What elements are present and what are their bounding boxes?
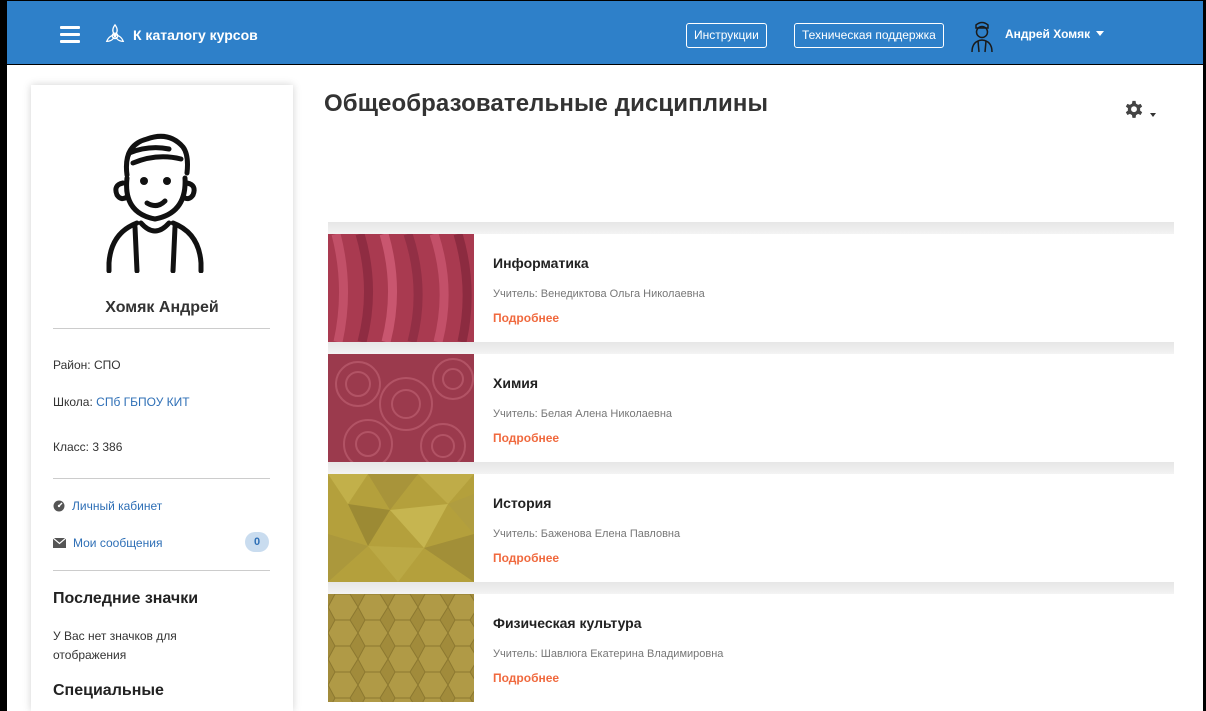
top-navbar: К каталогу курсов Инструкции Техническая… — [7, 0, 1203, 65]
school-link[interactable]: СПб ГБПОУ КИТ — [96, 395, 189, 409]
course-list: Информатика Учитель: Венедиктова Ольга Н… — [328, 222, 1174, 702]
course-more-link[interactable]: Подробнее — [493, 671, 559, 685]
course-card[interactable]: Химия Учитель: Белая Алена Николаевна По… — [328, 342, 1174, 462]
course-body: Физическая культура Учитель: Шавлюга Ека… — [474, 594, 1174, 702]
course-image[interactable] — [328, 354, 474, 462]
course-body: Химия Учитель: Белая Алена Николаевна По… — [474, 354, 1174, 462]
course-image[interactable] — [328, 594, 474, 702]
badges-heading: Последние значки — [53, 590, 199, 607]
messages-link[interactable]: Мои сообщения — [53, 536, 162, 550]
menu-icon[interactable] — [60, 26, 80, 43]
course-title[interactable]: Информатика — [493, 255, 589, 271]
class-line: Класс: 3 386 — [53, 440, 122, 454]
divider — [53, 570, 270, 571]
divider — [53, 478, 270, 479]
course-teacher: Учитель: Венедиктова Ольга Николаевна — [493, 288, 705, 300]
caret-down-icon[interactable] — [1096, 31, 1104, 36]
gear-icon[interactable] — [1123, 100, 1145, 122]
support-button[interactable]: Техническая поддержка — [794, 23, 944, 48]
messages-label[interactable]: Мои сообщения — [73, 536, 162, 550]
course-more-link[interactable]: Подробнее — [493, 431, 559, 445]
special-heading: Специальные — [53, 682, 164, 699]
class-value: 3 386 — [92, 440, 123, 454]
course-title[interactable]: История — [493, 495, 551, 511]
class-label: Класс: — [53, 440, 89, 454]
cabinet-link[interactable]: Личный кабинет — [53, 499, 162, 513]
course-body: История Учитель: Баженова Елена Павловна… — [474, 474, 1174, 582]
course-teacher: Учитель: Шавлюга Екатерина Владимировна — [493, 648, 724, 660]
app-frame: К каталогу курсов Инструкции Техническая… — [0, 0, 1206, 711]
school-line: Школа: СПб ГБПОУ КИТ — [53, 395, 190, 409]
catalog-logo-icon[interactable] — [104, 23, 126, 45]
user-menu[interactable]: Андрей Хомяк — [1005, 27, 1090, 41]
course-title[interactable]: Химия — [493, 375, 538, 391]
envelope-icon — [53, 538, 66, 548]
cabinet-label[interactable]: Личный кабинет — [72, 499, 162, 513]
school-label: Школа: — [53, 395, 93, 409]
page-title: Общеобразовательные дисциплины — [324, 90, 769, 117]
profile-sidebar: Хомяк Андрей Район: СПО Школа: СПб ГБПОУ… — [31, 85, 293, 711]
course-teacher: Учитель: Белая Алена Николаевна — [493, 408, 673, 420]
course-more-link[interactable]: Подробнее — [493, 551, 559, 565]
course-card[interactable]: Информатика Учитель: Венедиктова Ольга Н… — [328, 222, 1174, 342]
profile-name: Хомяк Андрей — [105, 299, 219, 316]
course-image[interactable] — [328, 474, 474, 582]
divider — [53, 328, 270, 329]
course-body: Информатика Учитель: Венедиктова Ольга Н… — [474, 234, 1174, 342]
messages-count-badge: 0 — [245, 532, 269, 552]
profile-avatar — [106, 133, 204, 273]
catalog-link[interactable]: К каталогу курсов — [133, 27, 258, 43]
course-image[interactable] — [328, 234, 474, 342]
instructions-button[interactable]: Инструкции — [686, 23, 767, 48]
dashboard-icon — [53, 500, 65, 512]
caret-down-icon[interactable] — [1150, 113, 1156, 117]
user-avatar-icon[interactable] — [969, 19, 995, 53]
district-line: Район: СПО — [53, 358, 121, 372]
badges-empty-text: У Вас нет значков для отображения — [53, 629, 177, 662]
course-teacher: Учитель: Баженова Елена Павловна — [493, 528, 681, 540]
course-title[interactable]: Физическая культура — [493, 615, 642, 631]
district-label: Район: — [53, 358, 91, 372]
district-value: СПО — [93, 358, 121, 372]
course-card[interactable]: Физическая культура Учитель: Шавлюга Ека… — [328, 582, 1174, 702]
course-card[interactable]: История Учитель: Баженова Елена Павловна… — [328, 462, 1174, 582]
course-more-link[interactable]: Подробнее — [493, 311, 559, 325]
